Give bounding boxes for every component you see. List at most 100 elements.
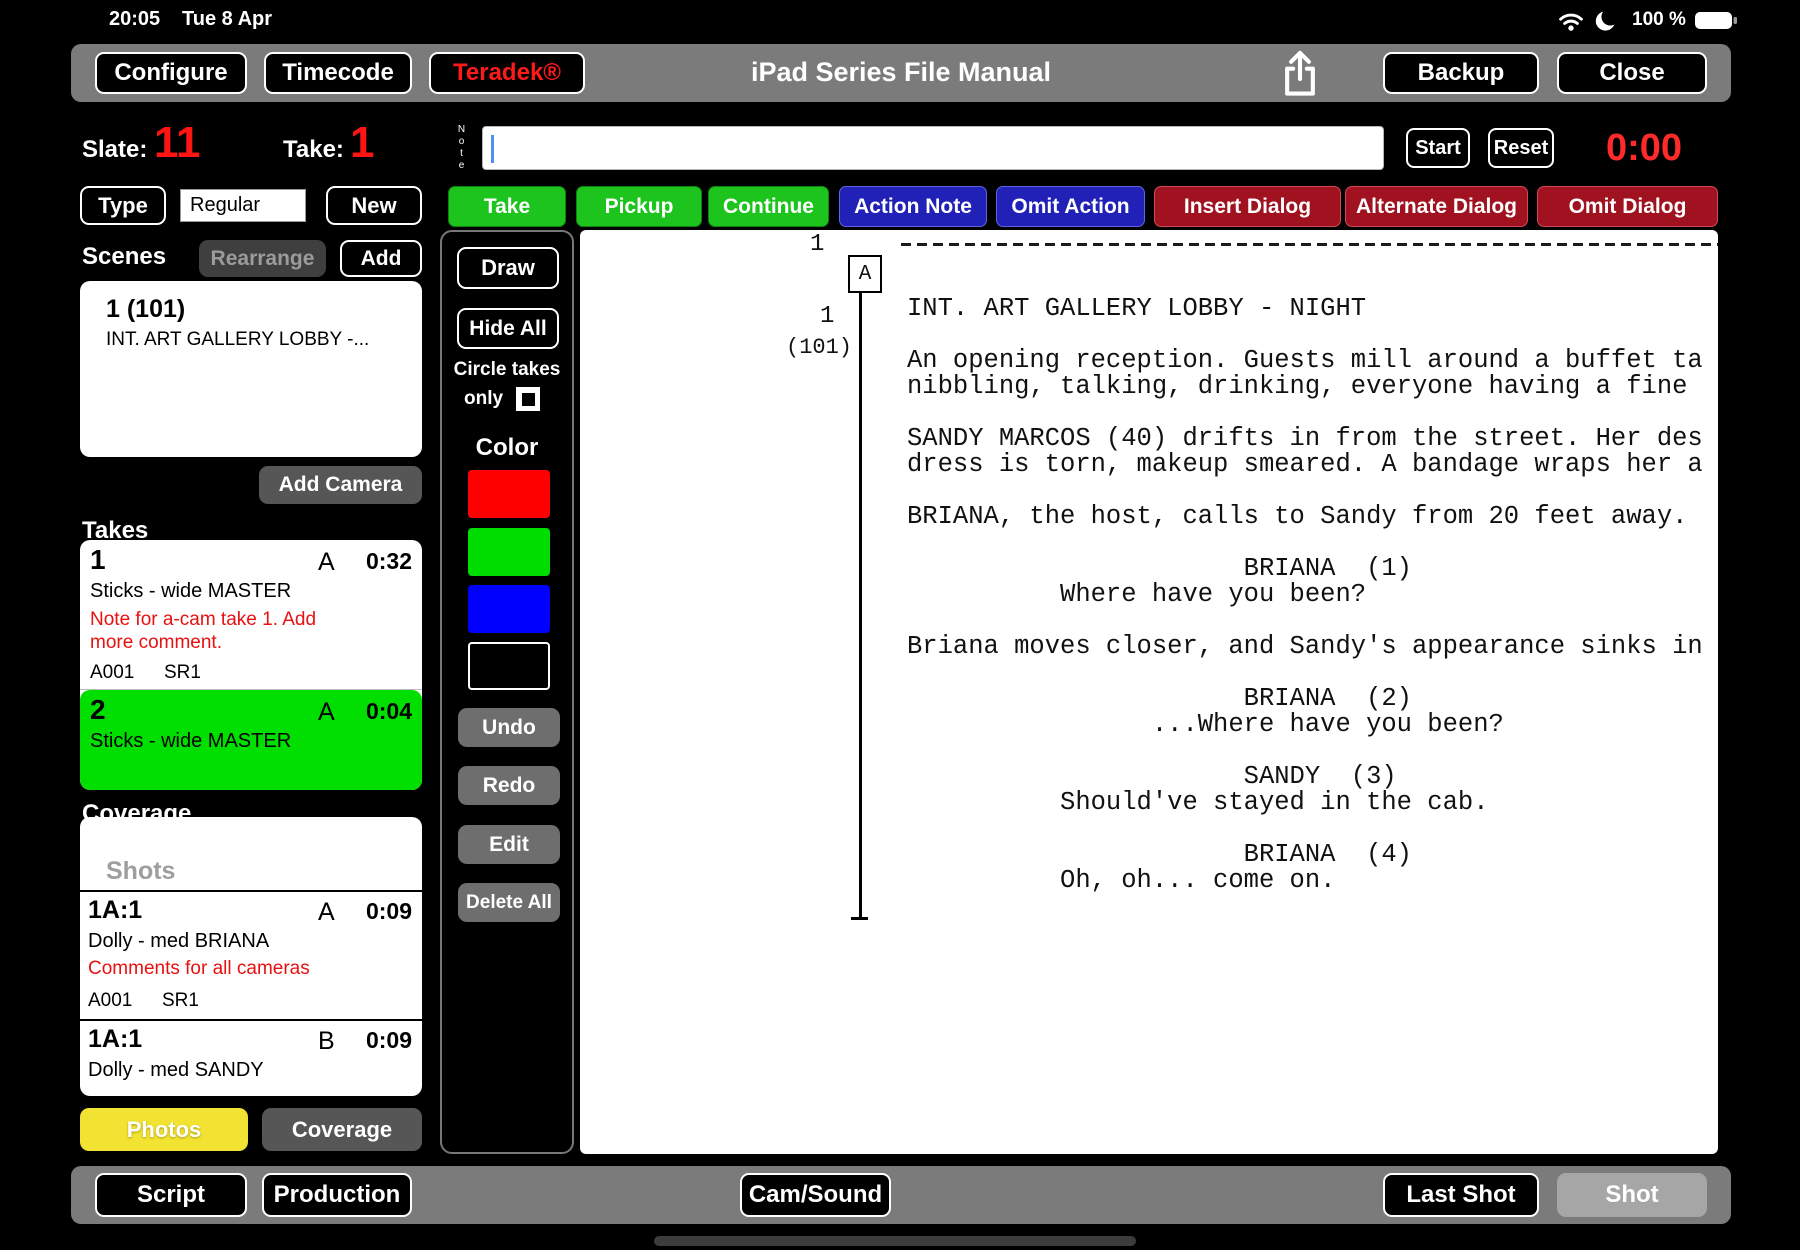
shot-button[interactable]: Shot (1557, 1173, 1707, 1217)
configure-button[interactable]: Configure (95, 52, 247, 94)
circle-takes-checkbox[interactable] (516, 387, 540, 411)
takes-list: 1 A 0:32 Sticks - wide MASTER Note for a… (80, 540, 422, 790)
shot-duration: 0:09 (366, 898, 412, 925)
shot-row[interactable]: 1A:1 B 0:09 Dolly - med SANDY (80, 1021, 422, 1096)
alternate-dialog-button[interactable]: Alternate Dialog (1345, 186, 1528, 227)
take-description: Sticks - wide MASTER (90, 730, 291, 753)
take-label: Take: (283, 136, 344, 164)
color-swatch-green[interactable] (468, 528, 550, 576)
scenes-label: Scenes (82, 243, 166, 271)
take-sound-roll: SR1 (164, 662, 201, 684)
draw-button[interactable]: Draw (457, 247, 559, 289)
share-icon[interactable] (1279, 49, 1321, 97)
shot-duration: 0:09 (366, 1027, 412, 1054)
wifi-icon (1556, 10, 1586, 32)
note-input[interactable] (482, 126, 1384, 170)
close-button[interactable]: Close (1557, 52, 1707, 94)
scenes-list: 1 (101) INT. ART GALLERY LOBBY -... (80, 281, 422, 457)
shot-description: Dolly - med SANDY (88, 1059, 264, 1082)
undo-button[interactable]: Undo (458, 708, 560, 747)
shot-id: 1A:1 (88, 896, 142, 925)
camera-marker[interactable]: A (848, 255, 882, 293)
scene-divider-line (901, 243, 1718, 246)
color-swatch-blue[interactable] (468, 585, 550, 633)
shot-id: 1A:1 (88, 1025, 142, 1054)
production-button[interactable]: Production (262, 1173, 412, 1217)
omit-dialog-button[interactable]: Omit Dialog (1537, 186, 1718, 227)
scene-item-heading: INT. ART GALLERY LOBBY -... (106, 329, 369, 351)
note-input-value (483, 137, 497, 159)
slate-value: 11 (154, 118, 201, 168)
type-value-field[interactable]: Regular (180, 189, 306, 222)
take-card-selected[interactable]: 2 A 0:04 Sticks - wide MASTER (80, 690, 422, 790)
last-shot-button[interactable]: Last Shot (1383, 1173, 1539, 1217)
shot-description: Dolly - med BRIANA (88, 930, 269, 953)
top-toolbar: Configure Timecode Teradek® iPad Series … (71, 44, 1731, 102)
take-camera: A (318, 548, 335, 577)
cam-sound-button[interactable]: Cam/Sound (740, 1173, 891, 1217)
type-button[interactable]: Type (80, 186, 166, 225)
start-button[interactable]: Start (1406, 128, 1470, 168)
omit-action-button[interactable]: Omit Action (996, 186, 1145, 227)
app-title: iPad Series File Manual (751, 57, 1051, 88)
script-text: INT. ART GALLERY LOBBY - NIGHT An openin… (907, 296, 1703, 894)
scene-item-number: 1 (101) (106, 295, 185, 324)
delete-all-button[interactable]: Delete All (458, 883, 560, 922)
scene-number-header: 1 (810, 231, 824, 258)
shot-camera-roll: A001 (88, 990, 132, 1012)
moon-icon (1594, 9, 1618, 33)
take-description: Sticks - wide MASTER (90, 580, 291, 603)
status-date: Tue 8 Apr (182, 8, 272, 31)
home-indicator[interactable] (654, 1236, 1136, 1246)
pickup-button[interactable]: Pickup (576, 186, 702, 227)
bottom-toolbar: Script Production Cam/Sound Last Shot Sh… (71, 1166, 1731, 1224)
teradek-button[interactable]: Teradek® (429, 52, 585, 94)
edit-button[interactable]: Edit (458, 825, 560, 864)
scene-id: (101) (786, 335, 852, 360)
take-value: 1 (350, 118, 374, 168)
action-note-button[interactable]: Action Note (839, 186, 987, 227)
camera-line (859, 293, 862, 918)
coverage-button[interactable]: Coverage (262, 1108, 422, 1151)
timer-display: 0:00 (1570, 124, 1718, 172)
add-scene-button[interactable]: Add (340, 240, 422, 277)
slate-label: Slate: (82, 136, 147, 164)
take-number: 1 (90, 544, 106, 576)
reset-button[interactable]: Reset (1488, 128, 1554, 168)
script-panel[interactable]: 1 A 1 (101) INT. ART GALLERY LOBBY - NIG… (580, 230, 1718, 1154)
battery-percent: 100 % (1632, 9, 1686, 31)
shot-sound-roll: SR1 (162, 990, 199, 1012)
shot-camera: B (318, 1027, 335, 1056)
take-card[interactable]: 1 A 0:32 Sticks - wide MASTER Note for a… (80, 540, 422, 690)
take-duration: 0:32 (366, 548, 412, 575)
timecode-button[interactable]: Timecode (264, 52, 412, 94)
scene-number: 1 (820, 303, 834, 330)
draw-toolbar: Draw Hide All Circle takes only Color Un… (440, 230, 574, 1154)
shot-camera: A (318, 898, 335, 927)
circle-takes-label: Circle takes (442, 359, 572, 381)
shots-header: Shots (106, 857, 175, 886)
rearrange-button[interactable]: Rearrange (199, 240, 326, 277)
color-swatch-red[interactable] (468, 470, 550, 518)
add-camera-button[interactable]: Add Camera (259, 466, 422, 504)
take-number: 2 (90, 694, 106, 726)
color-swatch-black[interactable] (468, 642, 550, 690)
script-button[interactable]: Script (95, 1173, 247, 1217)
continue-button[interactable]: Continue (708, 186, 829, 227)
shot-row[interactable]: 1A:1 A 0:09 Dolly - med BRIANA Comments … (80, 890, 422, 1021)
hide-all-button[interactable]: Hide All (457, 308, 559, 349)
redo-button[interactable]: Redo (458, 766, 560, 805)
circle-takes-label-2: only (464, 388, 503, 410)
take-camera-roll: A001 (90, 662, 134, 684)
take-duration: 0:04 (366, 698, 412, 725)
color-label: Color (442, 434, 572, 462)
camera-line-end (851, 917, 868, 920)
take-action-button[interactable]: Take (448, 186, 566, 227)
shot-note: Comments for all cameras (88, 958, 310, 980)
insert-dialog-button[interactable]: Insert Dialog (1154, 186, 1341, 227)
status-time: 20:05 (109, 8, 160, 31)
note-label: Note (456, 124, 467, 174)
backup-button[interactable]: Backup (1383, 52, 1539, 94)
new-button[interactable]: New (326, 186, 422, 225)
photos-button[interactable]: Photos (80, 1108, 248, 1151)
